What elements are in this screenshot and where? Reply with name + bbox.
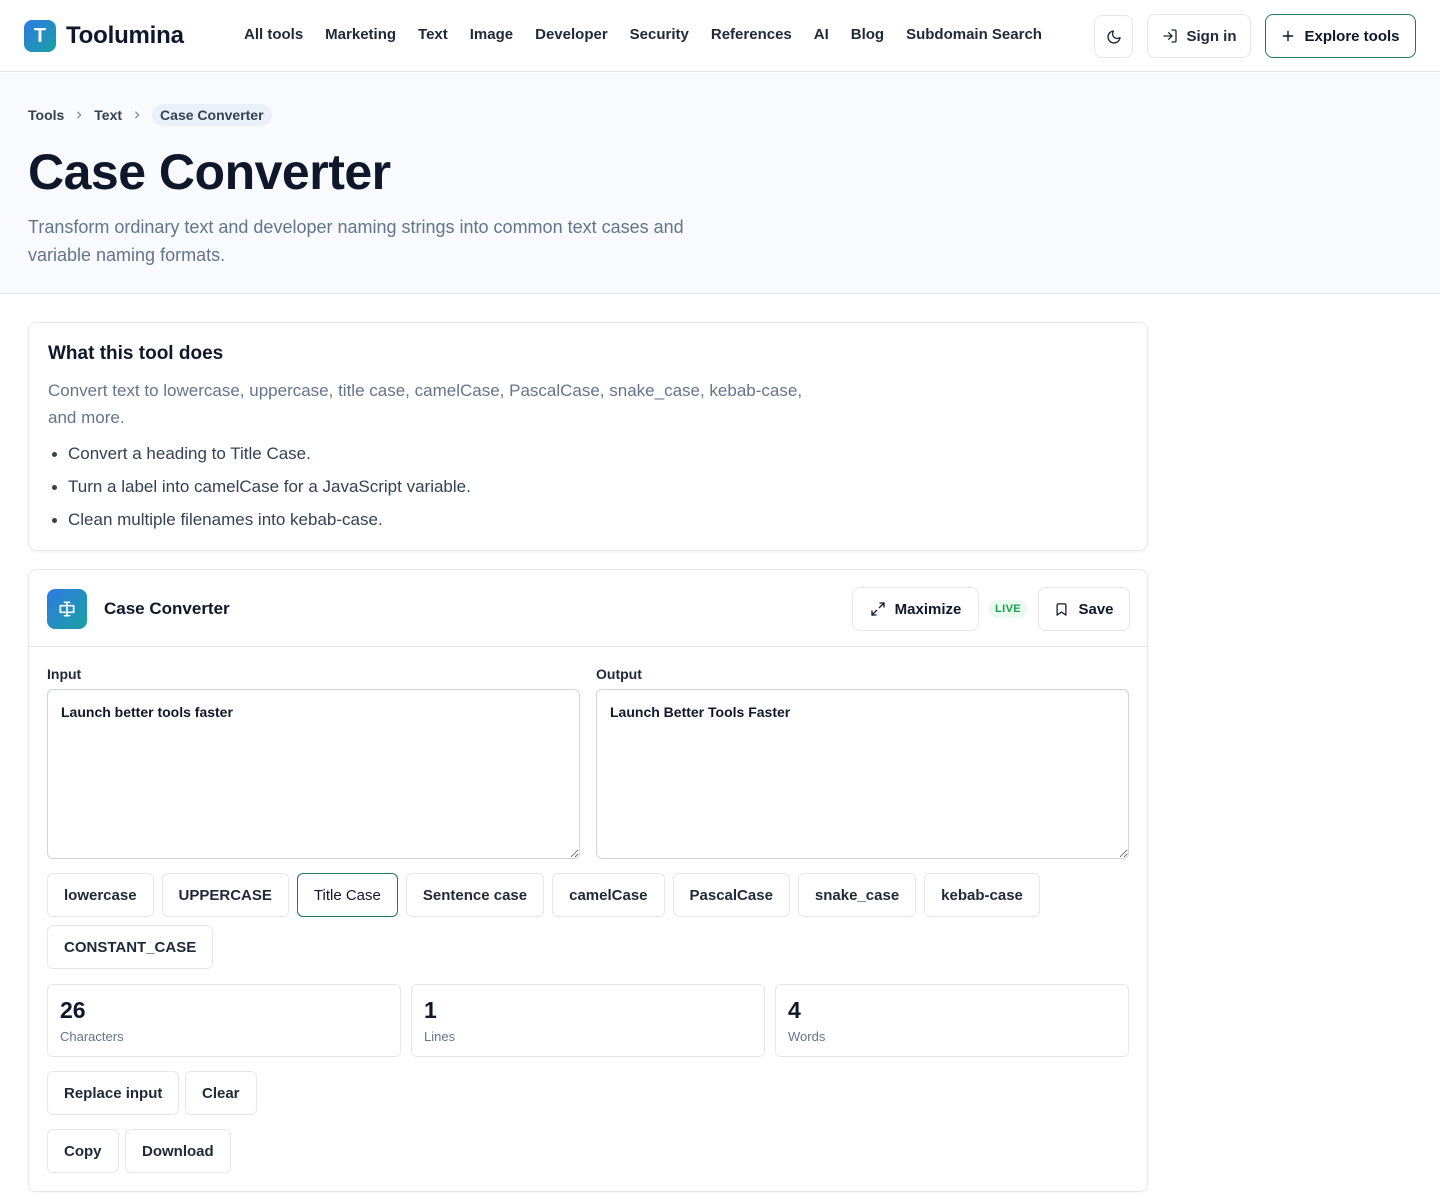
output-label: Output — [596, 666, 642, 682]
stat-value: 26 — [60, 997, 86, 1023]
list-item: Convert a heading to Title Case. — [48, 440, 471, 473]
breadcrumb-text[interactable]: Text — [94, 107, 122, 123]
input-label: Input — [47, 666, 82, 682]
list-item: Turn a label into camelCase for a JavaSc… — [48, 473, 471, 506]
download-button[interactable]: Download — [125, 1129, 231, 1173]
case-button-lowercase[interactable]: lowercase — [47, 873, 154, 917]
chevron-right-icon — [74, 110, 84, 120]
breadcrumb-tools[interactable]: Tools — [28, 107, 64, 123]
case-options: lowercase UPPERCASE Title Case Sentence … — [47, 873, 1137, 977]
nav-item-all-tools[interactable]: All tools — [244, 26, 303, 43]
save-label: Save — [1078, 600, 1114, 618]
tool-info-card: What this tool does Convert text to lowe… — [28, 322, 1148, 551]
logo-icon: T — [24, 20, 56, 52]
main-nav: All tools Marketing Text Image Developer… — [244, 26, 1064, 43]
nav-item-text[interactable]: Text — [418, 26, 448, 43]
case-button-uppercase[interactable]: UPPERCASE — [161, 873, 289, 917]
stat-value: 1 — [424, 997, 437, 1023]
sign-in-label: Sign in — [1186, 27, 1237, 45]
bookmark-icon — [1054, 602, 1069, 617]
copy-button[interactable]: Copy — [47, 1129, 119, 1173]
sign-in-icon — [1162, 28, 1178, 44]
maximize-icon — [870, 601, 886, 617]
nav-item-references[interactable]: References — [711, 26, 792, 43]
case-button-sentence-case[interactable]: Sentence case — [405, 873, 545, 917]
nav-item-blog[interactable]: Blog — [851, 26, 884, 43]
input-textarea[interactable]: Launch better tools faster — [47, 689, 580, 859]
list-item: Clean multiple filenames into kebab-case… — [48, 506, 471, 539]
theme-toggle-button[interactable] — [1094, 15, 1133, 58]
explore-tools-button[interactable]: Explore tools — [1265, 14, 1416, 58]
nav-item-subdomain-search[interactable]: Subdomain Search — [906, 26, 1042, 43]
nav-item-marketing[interactable]: Marketing — [325, 26, 396, 43]
case-button-title-case[interactable]: Title Case — [296, 873, 398, 917]
maximize-button[interactable]: Maximize — [852, 587, 979, 631]
stat-label: Words — [788, 1029, 826, 1044]
stat-characters: 26 Characters — [47, 984, 401, 1057]
live-badge: LIVE — [989, 600, 1028, 618]
output-textarea[interactable]: Launch Better Tools Faster — [596, 689, 1129, 859]
explore-tools-label: Explore tools — [1304, 27, 1400, 45]
top-navigation-bar: T Toolumina All tools Marketing Text Ima… — [0, 0, 1440, 72]
stat-lines: 1 Lines — [411, 984, 765, 1057]
save-button[interactable]: Save — [1038, 587, 1130, 631]
brand-logo[interactable]: T Toolumina — [24, 20, 184, 52]
case-button-camel-case[interactable]: camelCase — [552, 873, 665, 917]
info-description: Convert text to lowercase, uppercase, ti… — [48, 381, 803, 427]
text-cursor-icon — [47, 589, 87, 629]
example-list: Convert a heading to Title Case. Turn a … — [48, 440, 471, 539]
replace-input-button[interactable]: Replace input — [47, 1071, 180, 1115]
stat-words: 4 Words — [775, 984, 1129, 1057]
case-button-constant-case[interactable]: CONSTANT_CASE — [47, 925, 214, 969]
breadcrumb: Tools Text Case Converter — [28, 104, 272, 126]
nav-item-ai[interactable]: AI — [814, 26, 829, 43]
nav-item-security[interactable]: Security — [630, 26, 689, 43]
tool-name: Case Converter — [104, 599, 230, 618]
page-title: Case Converter — [28, 144, 391, 200]
case-converter-tool: Case Converter Maximize LIVE Save Input … — [28, 569, 1148, 1192]
nav-item-image[interactable]: Image — [470, 26, 513, 43]
nav-item-developer[interactable]: Developer — [535, 26, 608, 43]
stat-label: Characters — [60, 1029, 124, 1044]
breadcrumb-current: Case Converter — [152, 104, 272, 126]
clear-button[interactable]: Clear — [185, 1071, 257, 1115]
stat-label: Lines — [424, 1029, 456, 1044]
moon-icon — [1106, 29, 1121, 44]
brand-name: Toolumina — [66, 22, 184, 49]
case-button-pascal-case[interactable]: PascalCase — [672, 873, 790, 917]
maximize-label: Maximize — [894, 600, 962, 618]
case-button-kebab-case[interactable]: kebab-case — [924, 873, 1040, 917]
page-subtitle: Transform ordinary text and developer na… — [28, 217, 684, 265]
info-title: What this tool does — [48, 343, 224, 364]
sign-in-button[interactable]: Sign in — [1147, 14, 1251, 58]
plus-icon — [1281, 29, 1295, 43]
case-button-snake-case[interactable]: snake_case — [797, 873, 917, 917]
page-hero: Tools Text Case Converter Case Converter… — [0, 73, 1440, 294]
stat-value: 4 — [788, 997, 801, 1023]
chevron-right-icon — [132, 110, 142, 120]
tool-header: Case Converter Maximize LIVE Save — [29, 570, 1147, 647]
